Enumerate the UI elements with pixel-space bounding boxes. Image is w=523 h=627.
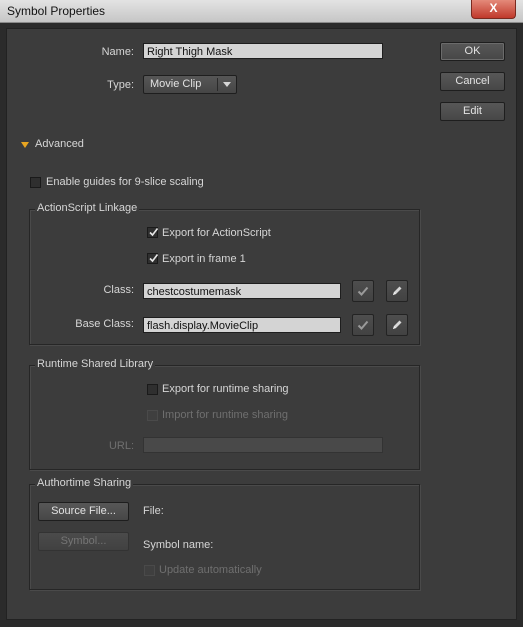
export-frame1-checkbox[interactable]	[147, 253, 159, 264]
export-actionscript-label: Export for ActionScript	[162, 227, 271, 239]
update-automatically-label: Update automatically	[159, 564, 262, 576]
base-class-label: Base Class:	[75, 318, 134, 330]
update-automatically-checkbox[interactable]	[144, 565, 155, 576]
export-runtime-checkbox[interactable]	[147, 384, 158, 395]
checkmark-icon	[149, 228, 159, 237]
import-runtime-label: Import for runtime sharing	[162, 409, 288, 421]
name-label: Name:	[101, 46, 134, 58]
pencil-icon	[393, 286, 402, 295]
edit-base-class-button[interactable]	[386, 314, 408, 336]
url-label: URL:	[108, 440, 134, 452]
file-label: File:	[143, 505, 164, 517]
type-select-value: Movie Clip	[150, 78, 202, 90]
select-separator	[217, 78, 218, 91]
source-file-button[interactable]: Source File...	[38, 502, 129, 521]
checkmark-icon	[357, 320, 369, 330]
nine-slice-label: Enable guides for 9-slice scaling	[46, 176, 204, 188]
close-button[interactable]: X	[471, 0, 516, 19]
authortime-sharing-title: Authortime Sharing	[35, 477, 134, 489]
symbol-name-label: Symbol name:	[143, 539, 214, 551]
class-label: Class:	[103, 284, 134, 296]
edit-button[interactable]: Edit	[440, 102, 505, 121]
export-frame1-label: Export in frame 1	[162, 253, 246, 265]
edit-class-button[interactable]	[386, 280, 408, 302]
symbol-button[interactable]: Symbol...	[38, 532, 129, 551]
import-runtime-checkbox[interactable]	[147, 410, 158, 421]
name-field[interactable]: Right Thigh Mask	[143, 43, 383, 59]
title-bar: Symbol Properties X	[0, 0, 523, 23]
window-title: Symbol Properties	[7, 4, 106, 18]
base-class-field[interactable]: flash.display.MovieClip	[143, 317, 341, 333]
type-select[interactable]: Movie Clip	[143, 75, 237, 94]
dialog-body: Name: Right Thigh Mask Type: Movie Clip …	[6, 28, 517, 620]
export-runtime-label: Export for runtime sharing	[162, 383, 289, 395]
nine-slice-checkbox[interactable]	[30, 177, 41, 188]
expand-triangle-icon	[21, 142, 29, 148]
validate-class-button[interactable]	[352, 280, 374, 302]
pencil-icon	[393, 320, 402, 329]
export-actionscript-checkbox[interactable]	[147, 227, 159, 238]
type-label: Type:	[107, 79, 134, 91]
close-icon: X	[489, 1, 498, 15]
advanced-label: Advanced	[35, 138, 84, 150]
url-field[interactable]	[143, 437, 383, 453]
validate-base-class-button[interactable]	[352, 314, 374, 336]
advanced-toggle[interactable]: Advanced	[20, 137, 110, 153]
ok-button[interactable]: OK	[440, 42, 505, 61]
class-field[interactable]: chestcostumemask	[143, 283, 341, 299]
dropdown-arrow-icon	[223, 82, 231, 87]
actionscript-linkage-title: ActionScript Linkage	[35, 202, 140, 214]
runtime-shared-library-title: Runtime Shared Library	[35, 358, 156, 370]
cancel-button[interactable]: Cancel	[440, 72, 505, 91]
checkmark-icon	[357, 286, 369, 296]
checkmark-icon	[149, 254, 159, 263]
